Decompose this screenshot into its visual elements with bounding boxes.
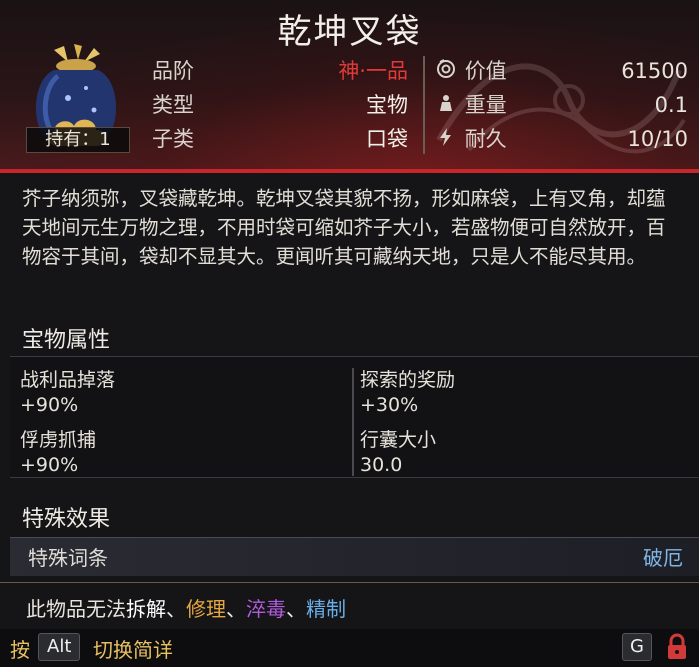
action-dismantle: 拆解	[126, 597, 166, 621]
attr-name: 俘虏抓捕	[20, 429, 97, 451]
stat-row-type: 类型 宝物	[152, 90, 408, 120]
hint-bar: 按 Alt 切换简详 G	[0, 629, 699, 667]
attr-explore-reward: 探索的奖励 +30%	[360, 365, 455, 416]
weight-icon	[436, 91, 458, 121]
stat-row-value: 价值 61500	[436, 56, 688, 86]
lock-icon[interactable]	[664, 633, 690, 665]
special-title: 特殊效果	[22, 507, 111, 532]
separator: 、	[226, 597, 246, 621]
attr-value: +90%	[20, 454, 79, 476]
attr-value: +30%	[360, 394, 419, 416]
stat-row-durability: 耐久 10/10	[436, 124, 688, 154]
type-value: 宝物	[366, 93, 408, 117]
attr-bag-size: 行囊大小 30.0	[360, 425, 436, 476]
stat-label: 品阶	[152, 59, 194, 83]
action-repair: 修理	[186, 597, 226, 621]
subtype-value: 口袋	[366, 127, 408, 151]
hint-press: 按	[10, 638, 30, 662]
cannot-process-note: 此物品无法拆解、修理、淬毒、精制	[26, 593, 346, 622]
special-row-label: 特殊词条	[28, 546, 108, 570]
stat-label: 价值	[464, 59, 507, 83]
attr-name: 战利品掉落	[20, 369, 116, 391]
item-description: 芥子纳须弥，叉袋藏乾坤。乾坤叉袋其貌不扬，形如麻袋，上有叉角，却蕴天地间元生万物…	[22, 187, 666, 268]
g-key[interactable]: G	[622, 633, 652, 661]
stat-row-subtype: 子类 口袋	[152, 124, 408, 154]
durability-icon	[436, 125, 458, 155]
attr-value: 30.0	[360, 454, 403, 476]
hold-count: 持有：1	[26, 127, 130, 153]
grade-value: 神·一品	[338, 59, 408, 83]
durability-amount: 10/10	[627, 127, 688, 151]
action-poison: 淬毒	[246, 597, 286, 621]
attr-capture: 俘虏抓捕 +90%	[20, 425, 96, 476]
weight-amount: 0.1	[654, 93, 688, 117]
divider	[0, 582, 699, 583]
stat-row-weight: 重量 0.1	[436, 90, 688, 120]
stat-label: 子类	[152, 127, 194, 151]
stat-row-grade: 品阶 神·一品	[152, 56, 408, 86]
action-refine: 精制	[306, 597, 346, 621]
stats-divider	[423, 56, 425, 154]
hint-toggle-detail: 切换简详	[93, 638, 173, 662]
attr-name: 行囊大小	[360, 429, 437, 451]
separator: 、	[166, 597, 186, 621]
coin-icon	[436, 57, 458, 87]
attr-name: 探索的奖励	[360, 369, 456, 391]
attr-loot-drop: 战利品掉落 +90%	[20, 365, 115, 416]
attributes-divider	[352, 368, 354, 476]
alt-key[interactable]: Alt	[38, 633, 81, 661]
attr-value: +90%	[20, 394, 79, 416]
attributes-title: 宝物属性	[22, 328, 111, 353]
special-effect-row[interactable]: 特殊词条 破厄	[10, 537, 699, 576]
special-row-value: 破厄	[643, 546, 683, 570]
value-amount: 61500	[621, 59, 688, 83]
header-accent-line	[0, 169, 699, 173]
stat-label: 重量	[464, 93, 507, 117]
stat-label: 耐久	[464, 127, 507, 151]
separator: 、	[286, 597, 306, 621]
note-prefix: 此物品无法	[26, 597, 126, 621]
stat-label: 类型	[152, 93, 194, 117]
